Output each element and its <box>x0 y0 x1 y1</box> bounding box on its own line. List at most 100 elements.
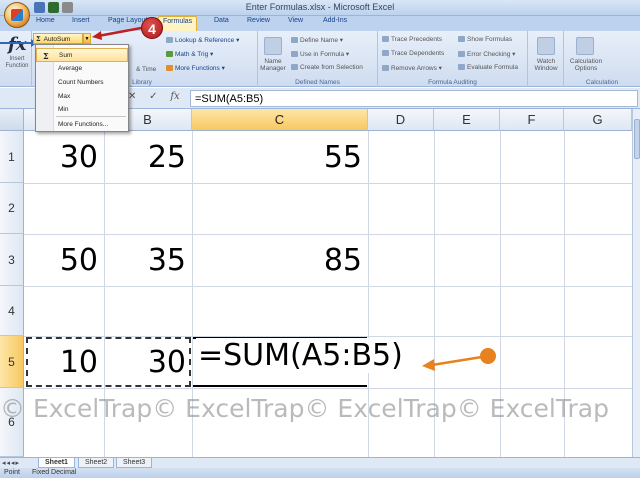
menu-item-average[interactable]: Average <box>36 62 128 76</box>
sigma-icon: Σ <box>43 51 49 61</box>
use-in-formula-icon <box>291 51 298 58</box>
show-formulas-icon <box>458 36 465 43</box>
office-button[interactable] <box>4 2 30 28</box>
tab-data[interactable]: Data <box>214 17 229 24</box>
create-from-selection-button[interactable]: Create from Selection <box>291 64 363 71</box>
menu-item-max[interactable]: Max <box>36 90 128 104</box>
formula-input[interactable]: =SUM(A5:B5) <box>190 90 638 107</box>
name-manager-icon <box>264 37 282 55</box>
defined-names-label: Defined Names <box>295 79 340 86</box>
math-trig-button[interactable]: Math & Trig ▾ <box>166 50 213 58</box>
column-header-f[interactable]: F <box>500 109 564 131</box>
cell-b3[interactable]: 35 <box>104 234 192 286</box>
group-watch: Watch Window <box>528 31 564 87</box>
watch-window-icon <box>537 37 555 55</box>
row-header-1[interactable]: 1 <box>0 131 24 183</box>
column-header-e[interactable]: E <box>434 109 500 131</box>
evaluate-formula-button[interactable]: Evaluate Formula <box>458 64 518 71</box>
use-in-formula-button[interactable]: Use in Formula ▾ <box>291 50 349 58</box>
group-insert-function: fx Insert Function <box>0 31 32 87</box>
select-all-corner[interactable] <box>0 109 24 131</box>
autosum-button[interactable]: Σ AutoSum <box>33 33 83 44</box>
group-defined-names: Name Manager Define Name ▾ Use in Formul… <box>258 31 378 87</box>
tab-review[interactable]: Review <box>247 17 270 24</box>
lookup-icon <box>166 37 173 44</box>
row-header-3[interactable]: 3 <box>0 234 24 286</box>
pointer-arrow-icon <box>0 39 37 47</box>
tab-insert[interactable]: Insert <box>72 17 90 24</box>
step-number-badge: 4 <box>141 17 163 39</box>
calculation-label: Calculation <box>585 79 619 86</box>
cell-a1[interactable]: 30 <box>24 131 104 183</box>
group-calculation: Calculation Options Calculation <box>564 31 640 87</box>
define-name-icon <box>291 37 298 44</box>
sheet-tab-2[interactable]: Sheet2 <box>78 458 115 468</box>
sheet-nav-arrows-icon[interactable]: ◂◂◂▸ <box>2 459 20 467</box>
watermark-text: © ExcelTrap© ExcelTrap© ExcelTrap© Excel… <box>0 394 609 423</box>
status-mode: Point <box>4 469 20 476</box>
sheet-tab-3[interactable]: Sheet3 <box>116 458 153 468</box>
formula-bar-buttons: ✕ ✓ fx <box>128 91 190 102</box>
cell-c5-editing-text[interactable]: =SUM(A5:B5) <box>196 338 407 373</box>
cell-c1[interactable]: 55 <box>192 131 368 183</box>
ribbon-tabs: Home Insert Page Layout Formulas Data Re… <box>0 16 640 31</box>
more-functions-button[interactable]: More Functions ▾ <box>166 64 225 72</box>
create-from-selection-icon <box>291 64 298 71</box>
trace-precedents-button[interactable]: Trace Precedents <box>382 36 442 43</box>
insert-function-icon[interactable]: fx <box>170 91 179 102</box>
menu-item-more-functions[interactable]: More Functions... <box>36 118 128 132</box>
column-header-c[interactable]: C <box>192 109 368 131</box>
tab-view[interactable]: View <box>288 17 303 24</box>
show-formulas-button[interactable]: Show Formulas <box>458 36 512 43</box>
watch-window-button[interactable]: Watch Window <box>530 58 562 72</box>
row-header-5[interactable]: 5 <box>0 336 24 388</box>
autosum-dropdown-arrow[interactable]: ▼ <box>83 33 91 44</box>
menu-separator <box>56 116 126 117</box>
sheet-tab-1[interactable]: Sheet1 <box>38 458 75 468</box>
scrollbar-thumb[interactable] <box>634 119 640 159</box>
lookup-reference-button[interactable]: Lookup & Reference ▾ <box>166 36 239 44</box>
calculation-options-icon <box>576 37 594 55</box>
column-header-g[interactable]: G <box>564 109 632 131</box>
sigma-icon: Σ <box>36 35 41 43</box>
formula-auditing-label: Formula Auditing <box>428 79 477 86</box>
trace-dependents-icon <box>382 50 389 57</box>
enter-icon[interactable]: ✓ <box>149 91 157 102</box>
menu-item-sum[interactable]: Σ Sum <box>36 48 128 62</box>
row-header-2[interactable]: 2 <box>0 183 24 234</box>
tab-home[interactable]: Home <box>36 17 55 24</box>
date-time-button[interactable]: & Time <box>136 66 156 73</box>
error-checking-icon <box>458 51 465 58</box>
math-icon <box>166 51 173 58</box>
column-header-d[interactable]: D <box>368 109 434 131</box>
status-fixed-decimal: Fixed Decimal <box>32 469 77 476</box>
more-functions-icon <box>166 65 173 72</box>
define-name-button[interactable]: Define Name ▾ <box>291 36 343 44</box>
calculation-options-button[interactable]: Calculation Options <box>566 58 606 72</box>
vertical-scrollbar[interactable] <box>632 109 640 457</box>
gridline <box>24 388 632 389</box>
autosum-menu: Σ Sum Average Count Numbers Max Min More … <box>35 44 129 132</box>
reference-range-marquee <box>26 337 191 387</box>
remove-arrows-icon <box>382 65 389 72</box>
name-manager-button[interactable]: Name Manager <box>258 58 288 72</box>
trace-precedents-icon <box>382 36 389 43</box>
cell-c3[interactable]: 85 <box>192 234 368 286</box>
title-bar: Enter Formulas.xlsx - Microsoft Excel <box>0 0 640 16</box>
result-arrow-dot-icon <box>480 348 496 364</box>
row-header-4[interactable]: 4 <box>0 286 24 336</box>
function-icon[interactable]: fx <box>8 34 26 55</box>
gridline <box>24 183 632 184</box>
menu-item-min[interactable]: Min <box>36 103 128 117</box>
cell-b1[interactable]: 25 <box>104 131 192 183</box>
tab-add-ins[interactable]: Add-Ins <box>323 17 347 24</box>
error-checking-button[interactable]: Error Checking ▾ <box>458 50 515 58</box>
cancel-icon[interactable]: ✕ <box>128 91 136 102</box>
evaluate-formula-icon <box>458 64 465 71</box>
remove-arrows-button[interactable]: Remove Arrows ▾ <box>382 64 442 72</box>
trace-dependents-button[interactable]: Trace Dependents <box>382 50 444 57</box>
menu-item-count-numbers[interactable]: Count Numbers <box>36 76 128 90</box>
cell-a3[interactable]: 50 <box>24 234 104 286</box>
tab-formulas[interactable]: Formulas <box>158 16 198 31</box>
insert-function-button[interactable]: Insert Function <box>3 56 31 70</box>
